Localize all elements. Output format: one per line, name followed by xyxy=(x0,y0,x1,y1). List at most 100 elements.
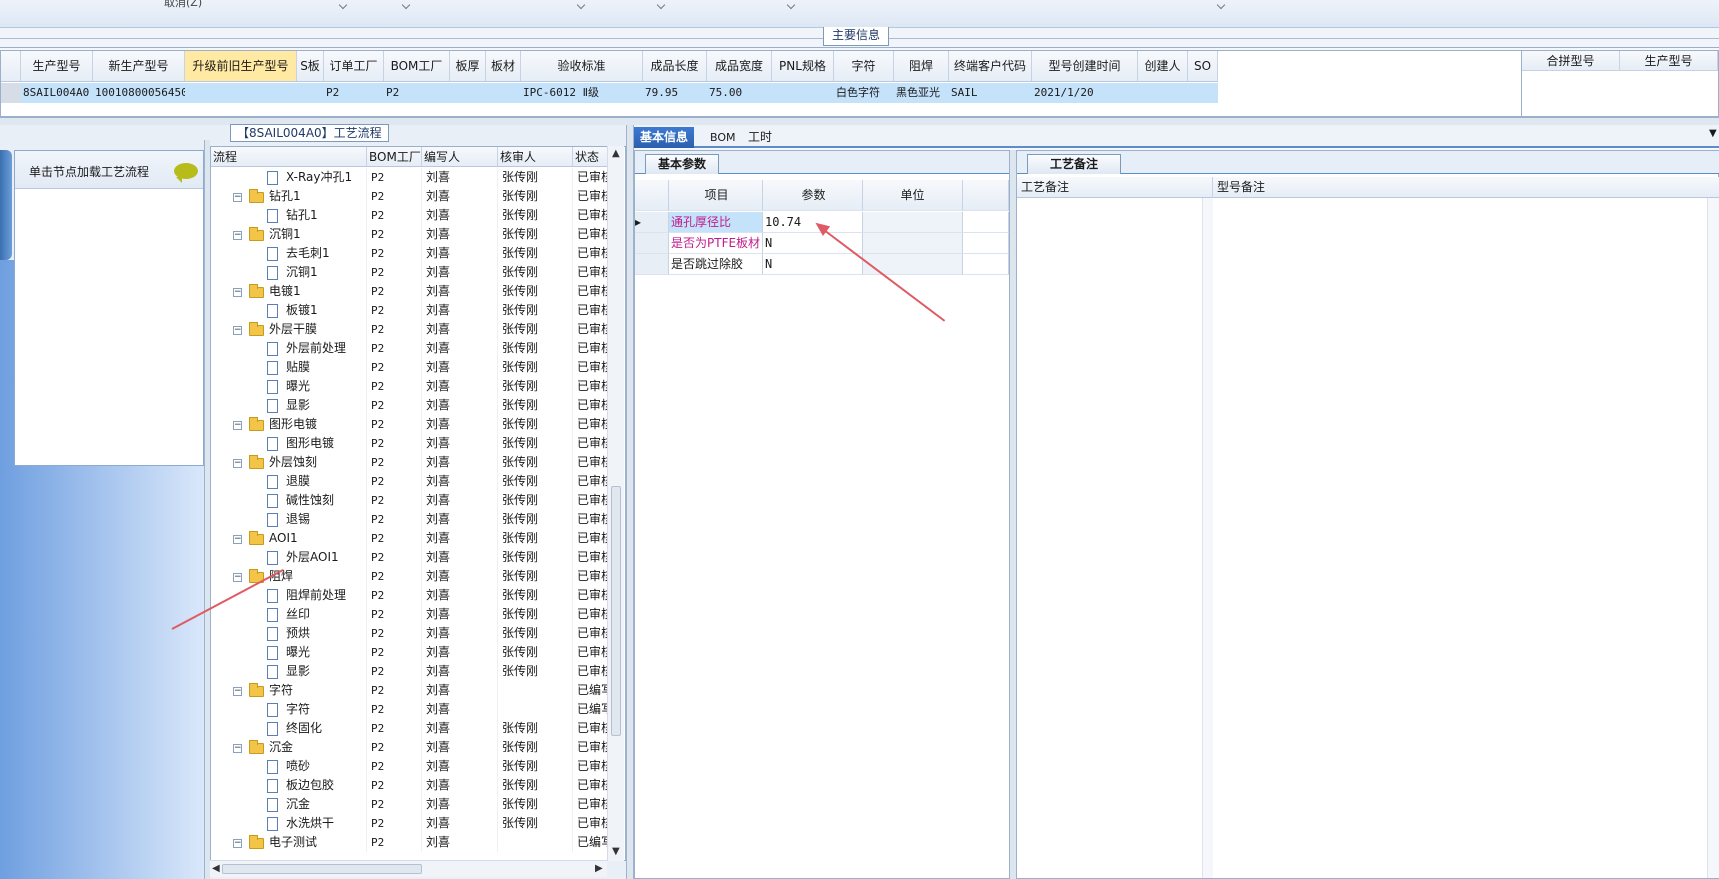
process-notes-field[interactable] xyxy=(1017,198,1213,878)
param-unit[interactable] xyxy=(863,212,963,233)
grid-cell[interactable]: 75.00 xyxy=(707,83,772,103)
grid-cell[interactable] xyxy=(297,83,324,103)
side-tab[interactable] xyxy=(0,150,12,260)
tree-row[interactable]: 外层前处理 P2 刘喜 张传刚 已审核 xyxy=(211,339,623,358)
grid-cell[interactable] xyxy=(486,83,521,103)
tab-work-hours[interactable]: 工时 xyxy=(742,127,778,148)
tree-node[interactable]: X-Ray冲孔1 xyxy=(211,168,367,187)
collapse-icon[interactable]: − xyxy=(233,687,242,696)
tree-row[interactable]: − 电镀1 P2 刘喜 张传刚 已审核 xyxy=(211,282,623,301)
column-header[interactable]: 新生产型号 xyxy=(93,51,185,81)
tree-row[interactable]: 沉铜1 P2 刘喜 张传刚 已审核 xyxy=(211,263,623,282)
tree-node[interactable]: − 沉铜1 xyxy=(211,225,367,244)
tree-row[interactable]: − 图形电镀 P2 刘喜 张传刚 已审核 xyxy=(211,415,623,434)
tree-row[interactable]: 喷砂 P2 刘喜 张传刚 已审核 xyxy=(211,757,623,776)
col-production-model[interactable]: 生产型号 xyxy=(1620,51,1718,71)
collapse-icon[interactable]: − xyxy=(233,288,242,297)
column-header[interactable]: S板 xyxy=(297,51,324,81)
params-column-header[interactable]: 单位 xyxy=(863,180,963,211)
tree-node[interactable]: 显影 xyxy=(211,396,367,415)
tree-row[interactable]: − 外层蚀刻 P2 刘喜 张传刚 已审核 xyxy=(211,453,623,472)
tree-row[interactable]: 退膜 P2 刘喜 张传刚 已审核 xyxy=(211,472,623,491)
column-header[interactable]: BOM工厂 xyxy=(384,51,450,81)
column-header[interactable]: SO xyxy=(1188,51,1218,81)
column-header[interactable]: 订单工厂 xyxy=(324,51,384,81)
col-merge-model[interactable]: 合拼型号 xyxy=(1522,51,1620,71)
tree-node[interactable]: 板边包胶 xyxy=(211,776,367,795)
column-header[interactable]: 型号创建时间 xyxy=(1032,51,1138,81)
dropdown-arrow-icon[interactable] xyxy=(786,0,796,10)
param-unit[interactable] xyxy=(863,233,963,254)
tree-row[interactable]: 钻孔1 P2 刘喜 张传刚 已审核 xyxy=(211,206,623,225)
grid-cell[interactable]: P2 xyxy=(384,83,450,103)
column-header[interactable]: 板厚 xyxy=(450,51,486,81)
tree-node[interactable]: − 电子测试 xyxy=(211,833,367,852)
collapse-icon[interactable]: − xyxy=(233,193,242,202)
tree-row[interactable]: − 字符 P2 刘喜 已编写 xyxy=(211,681,623,700)
tree-row[interactable]: 曝光 P2 刘喜 张传刚 已审核 xyxy=(211,643,623,662)
chevron-down-icon[interactable]: ▼ xyxy=(1709,128,1717,139)
column-header[interactable]: PNL规格 xyxy=(772,51,834,81)
tree-node[interactable]: 退锡 xyxy=(211,510,367,529)
tree-row[interactable]: 显影 P2 刘喜 张传刚 已审核 xyxy=(211,396,623,415)
dropdown-arrow-icon[interactable] xyxy=(338,0,348,10)
tree-row[interactable]: − 沉铜1 P2 刘喜 张传刚 已审核 xyxy=(211,225,623,244)
tree-node[interactable]: 终固化 xyxy=(211,719,367,738)
tab-process-notes[interactable]: 工艺备注 xyxy=(1027,154,1122,174)
tree-node[interactable]: − 外层干膜 xyxy=(211,320,367,339)
dropdown-arrow-icon[interactable] xyxy=(656,0,666,10)
grid-cell[interactable]: 79.95 xyxy=(643,83,707,103)
tree-column-header[interactable]: 核审人 xyxy=(498,147,573,166)
collapse-icon[interactable]: − xyxy=(233,573,242,582)
tree-row[interactable]: 图形电镀 P2 刘喜 张传刚 已审核 xyxy=(211,434,623,453)
grid-cell[interactable]: SAIL xyxy=(949,83,1032,103)
tree-horizontal-scrollbar[interactable]: ◀ ▶ xyxy=(210,860,607,877)
tree-row[interactable]: 水洗烘干 P2 刘喜 张传刚 已审核 xyxy=(211,814,623,833)
tree-node[interactable]: − AOI1 xyxy=(211,529,367,548)
params-row[interactable]: 是否为PTFE板材 N xyxy=(635,233,1009,254)
column-header[interactable]: 成品宽度 xyxy=(707,51,772,81)
column-header[interactable]: 生产型号 xyxy=(21,51,93,81)
tree-node[interactable]: 外层前处理 xyxy=(211,339,367,358)
tree-node[interactable]: 曝光 xyxy=(211,377,367,396)
tree-node[interactable]: 喷砂 xyxy=(211,757,367,776)
params-row[interactable]: 是否跳过除胶 N xyxy=(635,254,1009,275)
tab-bom[interactable]: BOM xyxy=(704,127,742,148)
grid-cell[interactable] xyxy=(185,83,297,103)
tree-node[interactable]: 退膜 xyxy=(211,472,367,491)
tree-node[interactable]: 显影 xyxy=(211,662,367,681)
tree-column-header[interactable]: 流程 xyxy=(211,147,367,166)
params-column-header[interactable]: 参数 xyxy=(763,180,863,211)
row-selector[interactable] xyxy=(1,83,21,103)
row-selector[interactable]: ▸ xyxy=(635,212,669,233)
tree-node[interactable]: − 字符 xyxy=(211,681,367,700)
collapse-icon[interactable]: − xyxy=(233,231,242,240)
grid-cell[interactable]: 2021/1/20 xyxy=(1032,83,1138,103)
tree-column-header[interactable]: 编写人 xyxy=(422,147,498,166)
row-selector[interactable] xyxy=(635,233,669,254)
column-header[interactable]: 字符 xyxy=(834,51,894,81)
tree-row[interactable]: − 外层干膜 P2 刘喜 张传刚 已审核 xyxy=(211,320,623,339)
column-header[interactable]: 验收标准 xyxy=(521,51,643,81)
vertical-splitter[interactable] xyxy=(626,125,634,879)
grid-cell[interactable]: P2 xyxy=(324,83,384,103)
tree-node[interactable]: 板镀1 xyxy=(211,301,367,320)
tree-node[interactable]: 图形电镀 xyxy=(211,434,367,453)
params-column-header[interactable]: 项目 xyxy=(669,180,763,211)
model-grid-row[interactable]: 8SAIL004A0 10010800056450 P2 P2 IPC-6012 Ⅱ级 7… xyxy=(1,83,1218,103)
tree-node[interactable]: 沉金 xyxy=(211,795,367,814)
dropdown-arrow-icon[interactable] xyxy=(576,0,586,10)
column-header[interactable]: 成品长度 xyxy=(643,51,707,81)
tree-row[interactable]: 预烘 P2 刘喜 张传刚 已审核 xyxy=(211,624,623,643)
tree-node[interactable]: − 图形电镀 xyxy=(211,415,367,434)
tree-vertical-scrollbar[interactable]: ▲ ▼ xyxy=(607,146,624,861)
column-header[interactable]: 升级前旧生产型号 xyxy=(185,51,297,81)
scroll-up-icon[interactable]: ▲ xyxy=(612,148,620,159)
tree-row[interactable]: 去毛刺1 P2 刘喜 张传刚 已审核 xyxy=(211,244,623,263)
tree-row[interactable]: − 钻孔1 P2 刘喜 张传刚 已审核 xyxy=(211,187,623,206)
dropdown-arrow-icon[interactable] xyxy=(401,0,411,10)
column-header[interactable]: 板材 xyxy=(486,51,521,81)
tree-node[interactable]: − 电镀1 xyxy=(211,282,367,301)
scroll-right-icon[interactable]: ▶ xyxy=(595,863,603,874)
column-header[interactable]: 终端客户代码 xyxy=(949,51,1032,81)
